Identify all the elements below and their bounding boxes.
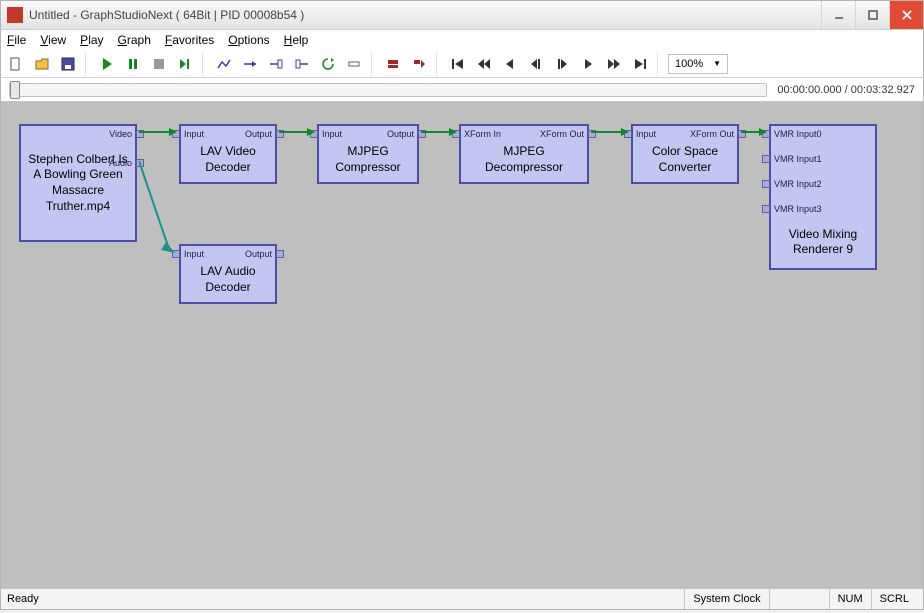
play-button[interactable]: [96, 53, 118, 75]
status-scrl: SCRL: [871, 589, 917, 609]
menu-graph[interactable]: Graph: [118, 33, 151, 47]
dshow-tool-a[interactable]: [382, 53, 404, 75]
minimize-button[interactable]: [821, 1, 855, 29]
wire-audio: [139, 157, 179, 257]
node-color-space-converter[interactable]: Color Space Converter Input XForm Out: [631, 124, 739, 184]
menu-favorites[interactable]: Favorites: [165, 33, 214, 47]
toolbar: 100% ▼: [0, 50, 924, 78]
seek-end-button[interactable]: [629, 53, 651, 75]
pin-arrow-icon: [624, 130, 632, 138]
zoom-combo[interactable]: 100% ▼: [668, 54, 728, 74]
close-button[interactable]: [889, 1, 923, 29]
node-lav-video[interactable]: LAV Video Decoder Input Output: [179, 124, 277, 184]
node-source[interactable]: Stephen Colbert Is A Bowling Green Massa…: [19, 124, 137, 242]
pin-source-audio[interactable]: Audio: [109, 158, 132, 168]
step-button[interactable]: [174, 53, 196, 75]
node-mjpegc-label: MJPEG Compressor: [323, 144, 413, 175]
pin-arrow-icon: [418, 130, 426, 138]
pin-arrow-icon: [762, 130, 770, 138]
open-button[interactable]: [31, 53, 53, 75]
seek-slider[interactable]: [9, 83, 767, 97]
graph-tool-b[interactable]: [239, 53, 261, 75]
statusbar: Ready System Clock NUM SCRL: [0, 588, 924, 610]
pin-arrow-icon: [762, 155, 770, 163]
menu-help[interactable]: Help: [284, 33, 309, 47]
node-mjpeg-decompressor[interactable]: MJPEG Decompressor XForm In XForm Out: [459, 124, 589, 184]
pin-mjpegd-in[interactable]: XForm In: [464, 129, 501, 139]
pin-arrow-icon: [172, 130, 180, 138]
titlebar: Untitled - GraphStudioNext ( 64Bit | PID…: [0, 0, 924, 30]
pin-vmr2[interactable]: VMR Input2: [774, 179, 822, 189]
menu-play[interactable]: Play: [80, 33, 103, 47]
node-lav-audio-label: LAV Audio Decoder: [185, 264, 271, 295]
status-clock: System Clock: [684, 589, 768, 609]
graph-canvas[interactable]: Stephen Colbert Is A Bowling Green Massa…: [0, 102, 924, 588]
node-lav-video-label: LAV Video Decoder: [185, 144, 271, 175]
pin-csc-out[interactable]: XForm Out: [690, 129, 734, 139]
pin-arrow-icon: [276, 250, 284, 258]
status-num: NUM: [829, 589, 871, 609]
pin-vmr3[interactable]: VMR Input3: [774, 204, 822, 214]
pin-arrow-icon: [172, 250, 180, 258]
node-mjpegd-label: MJPEG Decompressor: [465, 144, 583, 175]
seek-back-fast-button[interactable]: [473, 53, 495, 75]
pin-vmr0[interactable]: VMR Input0: [774, 129, 822, 139]
status-ready: Ready: [7, 589, 47, 609]
seek-time: 00:00:00.000 / 00:03:32.927: [777, 84, 915, 96]
node-csc-label: Color Space Converter: [637, 144, 733, 175]
seek-row: 00:00:00.000 / 00:03:32.927: [0, 78, 924, 102]
seek-fwd-button[interactable]: [577, 53, 599, 75]
node-lav-audio[interactable]: LAV Audio Decoder Input Output: [179, 244, 277, 304]
menu-file[interactable]: File: [7, 33, 26, 47]
pin-source-video[interactable]: Video: [109, 129, 132, 139]
pin-lavvideo-in[interactable]: Input: [184, 129, 204, 139]
node-vmr9[interactable]: Video Mixing Renderer 9 VMR Input0 VMR I…: [769, 124, 877, 270]
refresh-button[interactable]: [317, 53, 339, 75]
pin-arrow-icon: [762, 205, 770, 213]
seek-start-button[interactable]: [447, 53, 469, 75]
pin-arrow-icon: [136, 159, 144, 167]
pin-mjpegc-in[interactable]: Input: [322, 129, 342, 139]
app-icon: [7, 7, 23, 23]
pin-mjpegd-out[interactable]: XForm Out: [540, 129, 584, 139]
seek-back-button[interactable]: [499, 53, 521, 75]
pin-arrow-icon: [762, 180, 770, 188]
chevron-down-icon: ▼: [713, 59, 721, 68]
pin-arrow-icon: [136, 130, 144, 138]
dshow-tool-b[interactable]: [408, 53, 430, 75]
stop-button[interactable]: [148, 53, 170, 75]
maximize-button[interactable]: [855, 1, 889, 29]
pin-arrow-icon: [276, 130, 284, 138]
pin-csc-in[interactable]: Input: [636, 129, 656, 139]
pin-lavaudio-out[interactable]: Output: [245, 249, 272, 259]
pin-arrow-icon: [588, 130, 596, 138]
node-mjpeg-compressor[interactable]: MJPEG Compressor Input Output: [317, 124, 419, 184]
window-title: Untitled - GraphStudioNext ( 64Bit | PID…: [29, 8, 821, 22]
node-vmr9-label: Video Mixing Renderer 9: [775, 227, 871, 258]
new-button[interactable]: [5, 53, 27, 75]
pin-mjpegc-out[interactable]: Output: [387, 129, 414, 139]
pin-vmr1[interactable]: VMR Input1: [774, 154, 822, 164]
graph-tool-c[interactable]: [265, 53, 287, 75]
pause-button[interactable]: [122, 53, 144, 75]
pin-arrow-icon: [452, 130, 460, 138]
graph-tool-e[interactable]: [343, 53, 365, 75]
pin-lavaudio-in[interactable]: Input: [184, 249, 204, 259]
pin-arrow-icon: [310, 130, 318, 138]
pin-lavvideo-out[interactable]: Output: [245, 129, 272, 139]
zoom-value: 100%: [675, 58, 703, 70]
graph-tool-d[interactable]: [291, 53, 313, 75]
pin-arrow-icon: [738, 130, 746, 138]
seek-fwd-fast-button[interactable]: [603, 53, 625, 75]
menu-view[interactable]: View: [40, 33, 66, 47]
save-button[interactable]: [57, 53, 79, 75]
seek-fwd-step-button[interactable]: [551, 53, 573, 75]
seek-thumb[interactable]: [10, 81, 20, 99]
menubar: File View Play Graph Favorites Options H…: [0, 30, 924, 50]
graph-tool-a[interactable]: [213, 53, 235, 75]
seek-back-step-button[interactable]: [525, 53, 547, 75]
menu-options[interactable]: Options: [228, 33, 269, 47]
